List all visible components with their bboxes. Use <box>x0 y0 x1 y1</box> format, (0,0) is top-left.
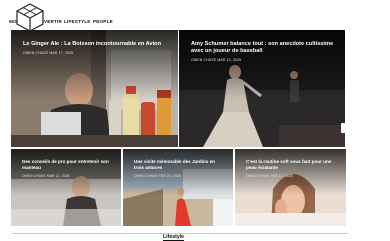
card-overlay <box>123 149 233 196</box>
featured-meta: OWEN CHASE MAR 17, 2025 <box>23 51 74 55</box>
site-logo-icon[interactable] <box>15 2 45 32</box>
grid-meta: OWEN CHASE MAR 12, 2025 <box>22 174 70 178</box>
featured-meta: OWEN CHASE MAR 13, 2025 <box>191 58 242 62</box>
grid-card-jardins[interactable]: Une visite mémorable des Jardins en troi… <box>123 149 233 226</box>
grid-meta: OWEN CHASE FEB 26, 2025 <box>134 174 181 178</box>
grid-title[interactable]: Une visite mémorable des Jardins en troi… <box>134 159 223 170</box>
grid-title[interactable]: Des conseils de pro pour entretenir son … <box>22 159 111 170</box>
carousel-next-arrow[interactable] <box>341 123 347 133</box>
card-overlay <box>235 149 346 196</box>
grid-card-routine-peau[interactable]: C'est la routine soft vous faut pour une… <box>235 149 346 226</box>
featured-title[interactable]: Amy Schumer balance tout : son anecdote … <box>191 41 337 55</box>
featured-title[interactable]: Le Ginger Ale : La Boisson incontournabl… <box>23 41 170 48</box>
nav-item-lifestyle[interactable]: LIFESTYLE <box>64 19 91 24</box>
grid-title[interactable]: C'est la routine soft vous faut pour une… <box>246 159 336 170</box>
nav-item-people[interactable]: PEOPLE <box>93 19 113 24</box>
featured-card-ginger-ale[interactable]: Le Ginger Ale : La Boisson incontournabl… <box>11 30 178 147</box>
card-overlay <box>11 149 121 196</box>
carousel-prev-arrow[interactable] <box>3 123 9 133</box>
featured-card-amy-schumer[interactable]: Amy Schumer balance tout : son anecdote … <box>179 30 345 147</box>
grid-meta: OWEN CHASE FEB 17, 2025 <box>246 174 293 178</box>
grid-card-manteau[interactable]: Des conseils de pro pour entretenir son … <box>11 149 121 226</box>
